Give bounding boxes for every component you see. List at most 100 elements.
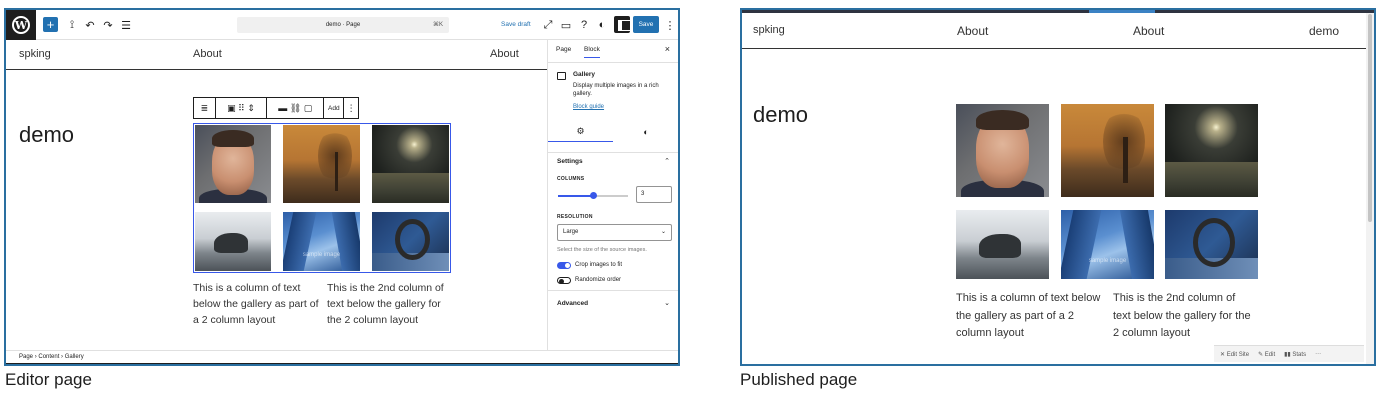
gallery-image-portrait[interactable]: [195, 125, 271, 203]
chevron-down-icon[interactable]: ⌄: [664, 299, 670, 307]
site-title[interactable]: spking: [753, 24, 785, 36]
column-1-text: This is a column of text below the galle…: [956, 292, 1101, 339]
redo-icon[interactable]: ↷: [100, 17, 116, 33]
resolution-select[interactable]: Large ⌄: [557, 224, 672, 241]
randomize-order-toggle[interactable]: [557, 277, 571, 284]
column-2-text: This is the 2nd column of text below the…: [1113, 292, 1251, 339]
save-button[interactable]: Save: [633, 16, 659, 33]
nav-link-about[interactable]: About: [193, 48, 222, 60]
breadcrumb-content[interactable]: Content: [38, 354, 59, 360]
more-icon[interactable]: ···: [1315, 351, 1321, 357]
fullscreen-icon[interactable]: ⤢: [540, 17, 556, 33]
chevron-up-icon[interactable]: ⌃: [664, 157, 670, 165]
nav-link-about-2[interactable]: About: [490, 48, 519, 60]
undo-icon[interactable]: ↶: [82, 17, 98, 33]
save-draft-button[interactable]: Save draft: [501, 21, 531, 28]
nav-link-about-2[interactable]: About: [1133, 24, 1164, 38]
column-2-text[interactable]: This is the 2nd column of text below the…: [327, 280, 455, 328]
taskbar-strip: [6, 363, 678, 364]
edit-link[interactable]: ✎ Edit: [1258, 351, 1275, 358]
editor-top-toolbar: W + ⟟ ↶ ↷ ☰ demo · Page ⌘K Save draft ⤢ …: [6, 10, 678, 40]
document-title: demo · Page: [325, 22, 361, 28]
gear-icon[interactable]: ⚙: [548, 122, 613, 142]
site-header: spking About About: [6, 40, 547, 70]
editor-caption: Editor page: [5, 370, 92, 389]
gallery-image-night[interactable]: [1165, 104, 1258, 197]
settings-panel-title[interactable]: Settings: [557, 158, 583, 165]
gallery-image-skyscrapers[interactable]: sample image: [283, 212, 360, 271]
more-vertical-icon[interactable]: ⋮: [662, 17, 678, 33]
help-icon[interactable]: ?: [576, 17, 592, 33]
divider: [548, 290, 678, 291]
halfmoon-icon[interactable]: ◐: [613, 122, 678, 142]
nav-link-about[interactable]: About: [957, 24, 988, 38]
column-1-text[interactable]: This is a column of text below the galle…: [193, 280, 321, 328]
published-window: spking About About demo demo sample imag…: [740, 8, 1376, 366]
advanced-panel-title[interactable]: Advanced: [557, 300, 588, 307]
add-block-button[interactable]: +: [43, 17, 58, 32]
resolution-help-text: Select the size of the source images.: [557, 247, 647, 253]
gallery-image-night[interactable]: [372, 125, 449, 203]
gallery-image-headphones[interactable]: [372, 212, 449, 271]
columns-slider-thumb[interactable]: [590, 192, 597, 199]
divider: [548, 152, 678, 153]
settings-sidebar: Page Block × Gallery Display multiple im…: [547, 40, 678, 350]
editor-window: W + ⟟ ↶ ↷ ☰ demo · Page ⌘K Save draft ⤢ …: [4, 8, 680, 366]
nav-link-demo[interactable]: demo: [1309, 24, 1339, 38]
edit-site-link[interactable]: ✕ Edit Site: [1220, 351, 1249, 358]
paragraph-icon[interactable]: ≣: [194, 98, 216, 118]
stats-link[interactable]: ▮▮ Stats: [1284, 351, 1306, 358]
chevron-down-icon: ⌄: [660, 229, 666, 235]
gallery-icon: [557, 72, 566, 80]
gallery-image-skyscrapers[interactable]: sample image: [1061, 210, 1154, 279]
block-description: Display multiple images in a rich galler…: [573, 83, 659, 97]
resolution-label: RESOLUTION: [557, 214, 593, 220]
gallery-image-autumn[interactable]: [1061, 104, 1154, 197]
style-icon[interactable]: ◐: [594, 17, 610, 33]
page-heading[interactable]: demo: [19, 122, 74, 148]
list-view-icon[interactable]: ☰: [118, 17, 134, 33]
image-watermark: sample image: [302, 252, 341, 259]
breadcrumb-page[interactable]: Page: [19, 354, 33, 360]
add-image-button[interactable]: Add: [324, 98, 345, 118]
select-tool-icon[interactable]: ⟟: [64, 17, 80, 33]
block-options-icon[interactable]: ⋮: [344, 98, 358, 118]
close-icon[interactable]: ×: [665, 44, 670, 54]
image-watermark: sample image: [1088, 257, 1127, 264]
scrollbar-thumb[interactable]: [1368, 14, 1372, 222]
document-title-bar[interactable]: demo · Page ⌘K: [237, 17, 449, 33]
block-toolbar: ≣ ▣ ⠿ ⇕ ▬ ⛓ ▢ Add ⋮: [193, 97, 359, 119]
gallery-image-headphones[interactable]: [1165, 210, 1258, 279]
edit-site-label: Edit Site: [1226, 351, 1250, 358]
block-breadcrumb: Page › Content › Gallery: [6, 350, 678, 364]
site-title[interactable]: spking: [19, 48, 51, 60]
published-caption: Published page: [740, 370, 858, 389]
crop-images-label: Crop images to fit: [575, 262, 623, 268]
gallery-image-portrait[interactable]: [956, 104, 1049, 197]
preview-icon[interactable]: ▭: [558, 17, 574, 33]
divider: [548, 62, 678, 63]
gallery-image-rock[interactable]: [195, 212, 271, 271]
block-guide-link[interactable]: Block guide: [573, 104, 604, 110]
gallery-image-rock[interactable]: [956, 210, 1049, 279]
site-header: spking About About demo: [742, 13, 1366, 49]
gallery-image-autumn[interactable]: [283, 125, 360, 203]
columns-input[interactable]: 3: [636, 186, 672, 203]
sidebar-icon[interactable]: [614, 16, 631, 33]
block-mover[interactable]: ▣ ⠿ ⇕: [216, 98, 268, 118]
command-shortcut: ⌘K: [432, 22, 443, 28]
gallery-options[interactable]: ▬ ⛓ ▢: [267, 98, 325, 118]
tools-icon: ✕: [1220, 351, 1227, 358]
wordpress-logo-icon[interactable]: W: [6, 10, 36, 40]
gallery-block[interactable]: sample image: [193, 123, 451, 273]
tab-block[interactable]: Block: [584, 46, 600, 58]
breadcrumb-gallery[interactable]: Gallery: [65, 354, 84, 360]
crop-images-toggle[interactable]: [557, 262, 571, 269]
tab-page[interactable]: Page: [556, 46, 571, 53]
columns-slider-fill: [558, 195, 593, 197]
editor-canvas[interactable]: spking About About demo ≣ ▣ ⠿ ⇕ ▬ ⛓ ▢ Ad…: [6, 40, 547, 350]
admin-toolbar: ✕ Edit Site ✎ Edit ▮▮ Stats ···: [1214, 345, 1364, 362]
stats-label: Stats: [1292, 351, 1307, 358]
pencil-icon: ✎: [1258, 351, 1265, 358]
randomize-order-label: Randomize order: [575, 277, 622, 283]
